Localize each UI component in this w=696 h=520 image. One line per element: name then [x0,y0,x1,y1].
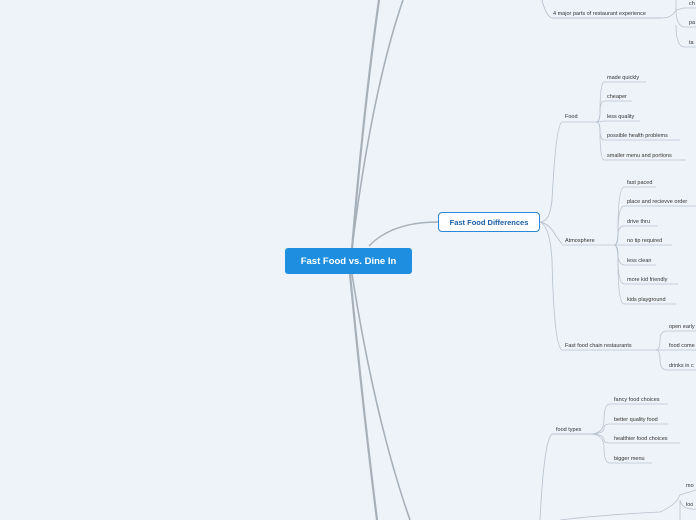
node-food-come[interactable]: food come [669,343,695,350]
branch-root-up-right [351,0,404,249]
node-fancy-food-choices[interactable]: fancy food choices [614,397,660,404]
topic-fast-food-differences[interactable]: Fast Food Differences [438,212,540,232]
node-healthier-food-choices[interactable]: healthier food choices [614,436,668,443]
node-open-early[interactable]: open early [669,324,695,331]
node-partial-mo[interactable]: mo [686,483,694,490]
branch-food-types [539,433,590,520]
node-bigger-menu[interactable]: bigger menu [614,456,645,463]
node-partial-loo[interactable]: loo [686,502,693,509]
node-kids-playground[interactable]: kids playground [627,297,666,304]
branch-topic-atmosphere [539,221,563,245]
node-partial-ch[interactable]: ch [689,1,695,8]
branch-topic-food [539,121,563,223]
root-topic-fast-food-vs-dine-in[interactable]: Fast Food vs. Dine In [285,248,412,274]
food-types-children-connectors [589,403,680,464]
node-fast-food-chain-restaurants[interactable]: Fast food chain restaurants [565,343,632,350]
node-cheaper[interactable]: cheaper [607,94,627,101]
node-no-tip-required[interactable]: no tip required [627,238,662,245]
node-less-clean[interactable]: less clean [627,258,651,265]
node-made-quickly[interactable]: made quickly [607,75,639,82]
node-possible-health-problems[interactable]: possible health problems [607,133,668,140]
node-partial-ta[interactable]: ta [689,40,694,47]
branch-root-down-right [351,273,411,520]
branch-root-to-topic [368,221,439,247]
node-place-and-receive-order[interactable]: place and recievve order [627,199,687,206]
node-food-types[interactable]: food types [556,427,581,434]
node-drinks-in[interactable]: drinks in c [669,363,694,370]
branch-root-down-left [348,273,379,520]
node-less-quality[interactable]: less quality [607,114,634,121]
node-smaller-menu[interactable]: smaller menu and portions [607,153,672,160]
node-atmosphere[interactable]: Atmosphere [565,238,595,245]
node-restaurant-experience[interactable]: 4 major parts of restaurant experience [553,11,646,18]
branch-topic-chains [539,221,563,351]
node-food[interactable]: Food [565,114,578,121]
node-drive-thru[interactable]: drive thru [627,219,650,226]
branch-bottom-partial [559,489,696,520]
node-more-kid-friendly[interactable]: more kid friendly [627,277,667,284]
node-better-quality-food[interactable]: better quality food [614,417,658,424]
node-partial-pa[interactable]: pa [689,20,695,27]
node-fast-paced[interactable]: fast paced [627,180,652,187]
